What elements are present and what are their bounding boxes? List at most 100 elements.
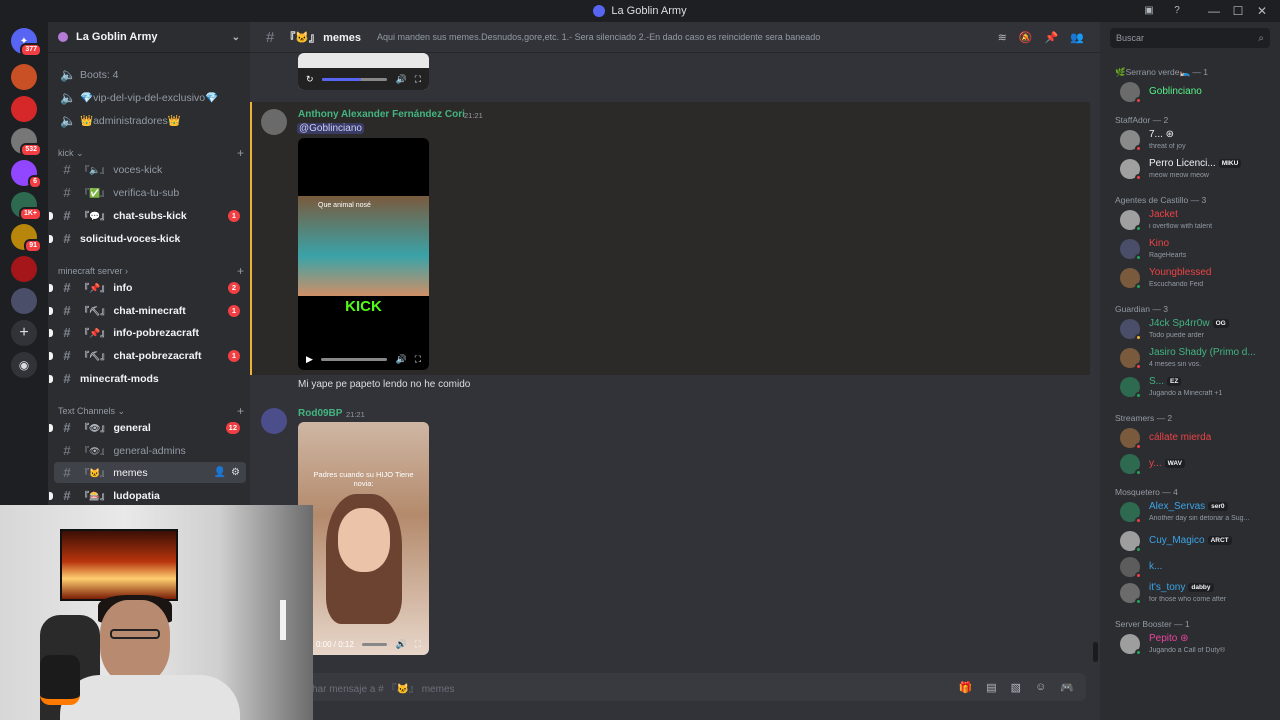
channel-info-pobrezacraft[interactable]: # 『📌』 info-pobrezacraft <box>49 322 246 343</box>
user-mention[interactable]: @Goblinciano <box>297 123 364 134</box>
member-item[interactable]: Pepito ⊛ Jugando a Call of Duty® <box>1120 631 1276 657</box>
emoji-icon[interactable]: ☺ <box>1035 681 1046 694</box>
member-item[interactable]: k... <box>1120 554 1276 580</box>
fullscreen-icon[interactable]: ⛶ <box>415 74 421 85</box>
play-icon[interactable]: ▶ <box>306 354 313 365</box>
category-minecraft-server[interactable]: minecraft server › + <box>58 264 246 278</box>
pin-icon[interactable]: 📌 <box>1045 31 1059 44</box>
gear-icon[interactable]: ⚙ <box>231 467 240 478</box>
channel-topic[interactable]: Aqui manden sus memes.Desnudos,gore,etc.… <box>377 32 820 42</box>
channel-chat-pobrezacraft[interactable]: # 『⛏』 chat-pobrezacraft 1 <box>49 345 246 366</box>
member-item[interactable]: Perro Licenci... MIKU meow meow meow <box>1120 156 1276 182</box>
channel-label: solicitud-voces-kick <box>80 232 181 245</box>
discover-icon[interactable]: ◉ <box>11 352 37 378</box>
volume-icon[interactable]: 🔊 <box>395 354 406 365</box>
fullscreen-icon[interactable]: ⛶ <box>415 639 421 650</box>
gamepad-icon[interactable]: 🎮 <box>1060 681 1074 694</box>
add-channel-icon[interactable]: + <box>237 404 244 418</box>
server-icon[interactable]: 532 <box>11 128 42 157</box>
sticker-icon[interactable]: ▧ <box>1011 681 1021 694</box>
video-progress[interactable] <box>321 77 388 81</box>
member-status: RageHearts <box>1149 252 1187 259</box>
avatar[interactable] <box>261 408 287 434</box>
channel-general-admins[interactable]: # 『👁』 general-admins <box>54 440 246 461</box>
category-text-channels[interactable]: Text Channels ⌄ + <box>58 404 246 418</box>
member-item[interactable]: y... WAV <box>1120 451 1276 477</box>
video-attachment[interactable]: Que animal nosé KICK ▶ 🔊 ⛶ <box>298 138 429 370</box>
voice-item-boosts[interactable]: 🔈 Boots: 4 <box>54 64 246 85</box>
message-input[interactable]: har mensaje a # 『🐱』 memes 🎁 ▤ ▧ ☺ 🎮 <box>266 673 1086 701</box>
channel-chat-subs-kick[interactable]: # 『💬』 chat-subs-kick 1 <box>49 205 246 226</box>
speaker-icon: 🔈 <box>60 66 77 82</box>
member-item[interactable]: J4ck Sp4rr0w OG Todo puede arder <box>1120 316 1276 342</box>
server-icon[interactable] <box>11 256 37 282</box>
member-item[interactable]: Cuy_Magico ARCT <box>1120 528 1276 554</box>
message-author[interactable]: Anthony Alexander Fernández Cori <box>298 109 465 120</box>
channel-label: info <box>113 281 133 294</box>
channel-chat-minecraft[interactable]: # 『⛏』 chat-minecraft 1 <box>49 300 246 321</box>
member-item[interactable]: Jasiro Shady (Primo d... 4 meses sin vos. <box>1120 345 1276 371</box>
volume-icon[interactable]: 🔊 <box>395 74 406 85</box>
voice-item-vip[interactable]: 🔈 💎vip-del-vip-del-exclusivo💎 <box>54 87 246 108</box>
minimize-button[interactable]: — <box>1202 4 1226 18</box>
add-server-icon[interactable]: + <box>11 320 37 346</box>
member-item[interactable]: Jacket i overflow with talent <box>1120 207 1276 233</box>
video-attachment[interactable]: ↻ 🔊 ⛶ <box>298 53 429 90</box>
close-button[interactable]: ✕ <box>1250 4 1274 18</box>
channel-emoji: 『✅』 <box>80 188 110 198</box>
channel-ludopatia[interactable]: # 『🎰』 ludopatia <box>49 485 246 506</box>
message-author[interactable]: Rod09BP <box>298 408 342 419</box>
gif-icon[interactable]: ▤ <box>986 681 996 694</box>
channel-solicitud-voces-kick[interactable]: # solicitud-voces-kick <box>49 228 246 249</box>
add-channel-icon[interactable]: + <box>237 146 244 160</box>
volume-icon[interactable]: 🔊 <box>395 639 406 650</box>
server-icon[interactable] <box>11 64 37 90</box>
maximize-button[interactable]: ☐ <box>1226 4 1250 18</box>
gift-icon[interactable]: 🎁 <box>959 681 973 694</box>
member-item[interactable]: Youngblessed Escuchando Feid <box>1120 265 1276 291</box>
guild-tag-badge: MIKU <box>1218 158 1242 168</box>
member-item[interactable]: S... EZ Jugando a Minecraft +1 <box>1120 374 1276 400</box>
invite-icon[interactable]: 👤 <box>214 467 226 478</box>
member-item[interactable]: it's_tony dabby for those who come after <box>1120 580 1276 606</box>
guild-tag-badge: WAV <box>1164 458 1185 468</box>
add-channel-icon[interactable]: + <box>237 264 244 278</box>
video-progress[interactable] <box>320 357 388 361</box>
member-item[interactable]: Kino RageHearts <box>1120 236 1276 262</box>
fullscreen-icon[interactable]: ⛶ <box>415 354 421 365</box>
category-kick[interactable]: kick ⌄ + <box>58 146 246 160</box>
channel-memes[interactable]: # 『🐱』 memes 👤 ⚙ <box>54 462 246 483</box>
twitch-server-icon[interactable]: 6 <box>11 160 42 189</box>
server-icon[interactable]: 1K+ <box>11 192 42 221</box>
video-progress[interactable] <box>361 642 388 646</box>
member-item[interactable]: 7... ⊛ threat of joy <box>1120 127 1276 153</box>
channel-emoji: 『⛏』 <box>80 351 110 361</box>
channel-voces-kick[interactable]: # 『🔈』 voces-kick <box>54 159 246 180</box>
mute-bell-icon[interactable]: 🔕 <box>1019 31 1033 44</box>
video-attachment[interactable]: Padres cuando su HIJO Tiene novia: 0:00 … <box>298 422 429 655</box>
search-input[interactable]: Buscar ⌕ <box>1110 28 1270 48</box>
member-item[interactable]: Alex_Servas ser0 Another day sin detonar a… <box>1120 499 1276 525</box>
threads-icon[interactable]: ≋ <box>998 31 1007 44</box>
member-item[interactable]: Goblinciano <box>1120 79 1276 105</box>
video-controls: 0:00 / 0:12 🔊 ⛶ <box>298 633 429 655</box>
channel-general[interactable]: # 『👁』 general 12 <box>49 417 246 438</box>
help-icon[interactable]: ? <box>1170 3 1184 17</box>
members-icon[interactable]: 👥 <box>1070 31 1084 44</box>
inbox-icon[interactable]: ▣ <box>1142 3 1156 17</box>
scrollbar[interactable] <box>1093 642 1098 662</box>
replay-icon[interactable]: ↻ <box>306 74 314 85</box>
channel-label: minecraft-mods <box>80 372 159 385</box>
voice-item-admins[interactable]: 🔈 👑administradores👑 <box>54 110 246 131</box>
guild-header[interactable]: La Goblin Army ⌄ <box>48 22 250 53</box>
server-icon[interactable] <box>11 96 37 122</box>
chevron-down-icon[interactable]: ⌄ <box>232 32 240 43</box>
server-icon[interactable]: 91 <box>11 224 42 253</box>
channel-verifica-tu-sub[interactable]: # 『✅』 verifica-tu-sub <box>54 182 246 203</box>
member-item[interactable]: cállate mierda <box>1120 425 1276 451</box>
avatar[interactable] <box>261 109 287 135</box>
discord-home-icon[interactable]: ✦ 377 <box>11 28 42 57</box>
channel-info[interactable]: # 『📌』 info 2 <box>49 277 246 298</box>
server-icon[interactable] <box>11 288 37 314</box>
channel-minecraft-mods[interactable]: # minecraft-mods <box>49 368 246 389</box>
